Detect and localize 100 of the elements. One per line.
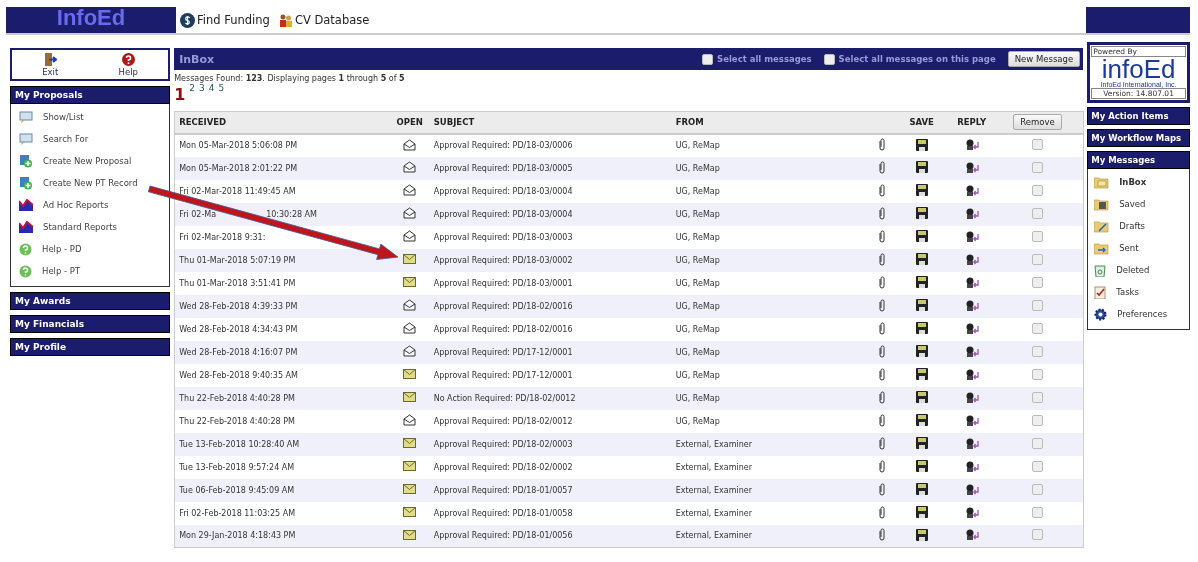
section-header[interactable]: My Financials <box>10 315 171 333</box>
closed-envelope-icon[interactable] <box>403 507 417 517</box>
reply-person-icon[interactable] <box>964 437 979 449</box>
row-checkbox[interactable] <box>1031 437 1043 449</box>
reply-person-icon[interactable] <box>964 139 979 150</box>
nav-link[interactable]: Help - PT <box>11 260 170 282</box>
reply-person-icon[interactable] <box>964 322 979 334</box>
section-header[interactable]: My Workflow Maps <box>1087 129 1190 147</box>
row-checkbox[interactable] <box>1031 460 1043 472</box>
reply-person-icon[interactable] <box>964 299 979 311</box>
reply-person-icon[interactable] <box>964 460 979 472</box>
row-checkbox[interactable] <box>1031 276 1043 288</box>
folder-link[interactable]: Drafts <box>1088 215 1189 237</box>
paperclip-icon[interactable] <box>878 413 885 427</box>
nav-link[interactable]: Search For <box>11 128 170 150</box>
page-link[interactable]: 5 <box>218 83 225 93</box>
row-checkbox[interactable] <box>1031 299 1043 311</box>
toolbar-button[interactable]: Exit <box>42 52 59 77</box>
closed-envelope-icon[interactable] <box>403 461 417 471</box>
remove-button[interactable]: Remove <box>1013 114 1062 131</box>
row-checkbox[interactable] <box>1031 322 1043 334</box>
top-link[interactable]: Find Funding <box>180 12 270 28</box>
paperclip-icon[interactable] <box>878 298 885 312</box>
paperclip-icon[interactable] <box>878 275 885 289</box>
reply-person-icon[interactable] <box>964 414 979 426</box>
reply-person-icon[interactable] <box>964 184 979 196</box>
paperclip-icon[interactable] <box>878 482 885 496</box>
open-envelope-icon[interactable] <box>403 345 417 357</box>
closed-envelope-icon[interactable] <box>403 392 417 402</box>
reply-person-icon[interactable] <box>964 207 979 219</box>
open-envelope-icon[interactable] <box>403 299 417 311</box>
reply-person-icon[interactable] <box>964 161 979 173</box>
page-link[interactable]: 4 <box>208 83 215 93</box>
paperclip-icon[interactable] <box>878 528 885 542</box>
row-checkbox[interactable] <box>1031 391 1043 403</box>
select-all-checkbox[interactable]: Select all messages on this page <box>823 53 996 65</box>
paperclip-icon[interactable] <box>878 229 885 243</box>
folder-link[interactable]: Preferences <box>1088 303 1189 325</box>
reply-person-icon[interactable] <box>964 345 979 357</box>
reply-person-icon[interactable] <box>964 368 979 380</box>
folder-link[interactable]: Saved <box>1088 193 1189 215</box>
paperclip-icon[interactable] <box>878 160 885 174</box>
row-checkbox[interactable] <box>1031 253 1043 265</box>
open-envelope-icon[interactable] <box>403 161 417 173</box>
open-envelope-icon[interactable] <box>403 138 417 151</box>
select-all-checkbox[interactable]: Select all messages <box>702 53 812 65</box>
row-checkbox[interactable] <box>1031 207 1043 219</box>
open-envelope-icon[interactable] <box>403 230 417 242</box>
paperclip-icon[interactable] <box>878 321 885 335</box>
section-header[interactable]: My Messages <box>1087 151 1190 169</box>
closed-envelope-icon[interactable] <box>403 438 417 448</box>
paperclip-icon[interactable] <box>878 367 885 381</box>
paperclip-icon[interactable] <box>878 390 885 404</box>
nav-link[interactable]: Help - PD <box>11 238 170 260</box>
nav-link[interactable]: Ad Hoc Reports <box>11 194 170 216</box>
paperclip-icon[interactable] <box>878 505 885 519</box>
closed-envelope-icon[interactable] <box>403 254 417 264</box>
paperclip-icon[interactable] <box>878 344 885 358</box>
open-envelope-icon[interactable] <box>403 207 417 219</box>
row-checkbox[interactable] <box>1031 161 1043 173</box>
reply-person-icon[interactable] <box>964 253 979 265</box>
row-checkbox[interactable] <box>1031 345 1043 357</box>
open-envelope-icon[interactable] <box>403 322 417 334</box>
reply-person-icon[interactable] <box>964 483 979 495</box>
nav-link[interactable]: Create New PT Record <box>11 172 170 194</box>
top-link[interactable]: CV Database <box>277 12 370 28</box>
nav-link[interactable]: Create New Proposal <box>11 150 170 172</box>
section-header[interactable]: My Awards <box>10 292 171 310</box>
paperclip-icon[interactable] <box>878 252 885 266</box>
nav-link[interactable]: Standard Reports <box>11 216 170 238</box>
row-checkbox[interactable] <box>1031 230 1043 242</box>
paperclip-icon[interactable] <box>878 436 885 450</box>
toolbar-button[interactable]: Help <box>118 52 138 77</box>
reply-person-icon[interactable] <box>964 391 979 403</box>
reply-person-icon[interactable] <box>964 230 979 242</box>
paperclip-icon[interactable] <box>878 183 885 197</box>
folder-link[interactable]: InBox <box>1088 171 1189 193</box>
closed-envelope-icon[interactable] <box>403 484 417 494</box>
closed-envelope-icon[interactable] <box>403 277 417 287</box>
section-header[interactable]: My Profile <box>10 338 171 356</box>
row-checkbox[interactable] <box>1031 368 1043 380</box>
paperclip-icon[interactable] <box>878 459 885 473</box>
reply-person-icon[interactable] <box>964 276 979 288</box>
page-link[interactable]: 2 <box>189 83 196 93</box>
folder-link[interactable]: Sent <box>1088 237 1189 259</box>
section-header[interactable]: My Action Items <box>1087 107 1190 125</box>
row-checkbox[interactable] <box>1031 139 1043 150</box>
reply-person-icon[interactable] <box>964 529 979 541</box>
new-message-button[interactable]: New Message <box>1007 51 1081 67</box>
row-checkbox[interactable] <box>1031 414 1043 426</box>
page-link[interactable]: 3 <box>199 83 205 93</box>
open-envelope-icon[interactable] <box>403 184 417 196</box>
section-header[interactable]: My Proposals <box>10 86 171 104</box>
closed-envelope-icon[interactable] <box>403 369 417 379</box>
row-checkbox[interactable] <box>1031 529 1043 541</box>
open-envelope-icon[interactable] <box>403 414 417 426</box>
row-checkbox[interactable] <box>1031 483 1043 495</box>
paperclip-icon[interactable] <box>878 138 885 151</box>
closed-envelope-icon[interactable] <box>403 529 417 540</box>
row-checkbox[interactable] <box>1031 506 1043 518</box>
